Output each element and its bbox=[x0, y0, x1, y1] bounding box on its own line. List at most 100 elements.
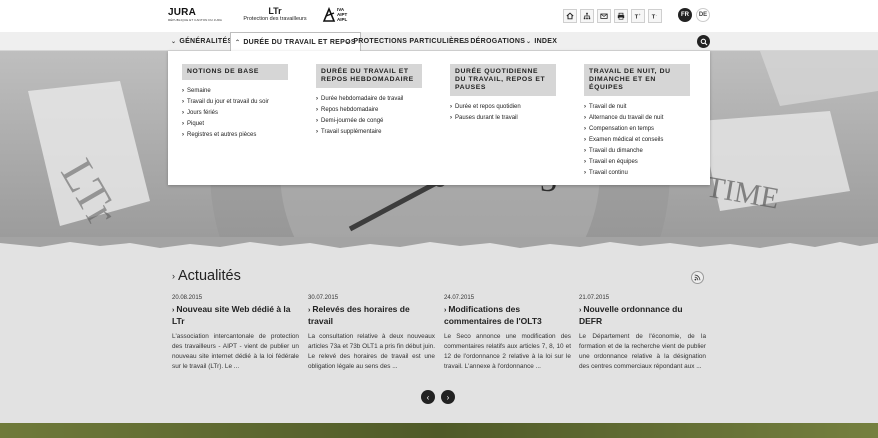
rss-icon bbox=[694, 274, 701, 281]
mega-link[interactable]: › Compensation en temps bbox=[584, 124, 690, 135]
news-heading[interactable]: › Actualités bbox=[172, 268, 241, 284]
mega-link[interactable]: › Piquet bbox=[182, 119, 288, 130]
mega-link-label: Travail en équipes bbox=[589, 159, 638, 165]
mega-link[interactable]: › Durée hebdomadaire de travail bbox=[316, 94, 422, 105]
jura-logo-subtitle: RÉPUBLIQUE ET CANTON DU JURA bbox=[168, 18, 223, 22]
language-fr-button[interactable]: FR bbox=[678, 8, 692, 22]
mega-link[interactable]: › Jours fériés bbox=[182, 108, 288, 119]
news-article[interactable]: 30.07.2015 › Relevés des horaires de trav… bbox=[308, 295, 435, 372]
chevron-right-icon: › bbox=[584, 126, 586, 132]
news-article[interactable]: 21.07.2015 › Nouvelle ordonnance du DEFR … bbox=[579, 295, 706, 372]
chevron-right-icon: › bbox=[316, 107, 318, 113]
article-title[interactable]: › Relevés des horaires de travail bbox=[308, 304, 435, 327]
nav-item-generalites[interactable]: ⌄ Généralités bbox=[171, 32, 232, 51]
news-article[interactable]: 24.07.2015 › Modifications des commentair… bbox=[444, 295, 571, 372]
mega-link-label: Examen médical et conseils bbox=[589, 137, 664, 143]
chevron-right-icon: › bbox=[446, 392, 450, 402]
mega-link-label: Travail du dimanche bbox=[589, 148, 643, 154]
top-header: JURA RÉPUBLIQUE ET CANTON DU JURA LTr Pr… bbox=[0, 0, 878, 32]
mega-link-label: Pauses durant le travail bbox=[455, 115, 518, 121]
chevron-down-icon: ⌄ bbox=[526, 39, 532, 45]
mega-menu-duree-travail: Notions de base › Semaine › Travail du jou… bbox=[168, 51, 710, 185]
chevron-right-icon: › bbox=[316, 96, 318, 102]
nav-item-label: Index bbox=[534, 38, 558, 45]
mega-link[interactable]: › Travail du jour et travail du soir bbox=[182, 97, 288, 108]
chevron-down-icon: ⌄ bbox=[171, 39, 177, 45]
mega-column-quotidienne: Durée quotidienne du travail, repos et p… bbox=[450, 64, 556, 124]
mega-link-label: Repos hebdomadaire bbox=[321, 107, 379, 113]
mega-link-label: Compensation en temps bbox=[589, 126, 655, 132]
mega-column-notions: Notions de base › Semaine › Travail du jou… bbox=[182, 64, 288, 141]
text-smaller-icon[interactable]: T- bbox=[648, 9, 662, 23]
mega-link[interactable]: › Travail en équipes bbox=[584, 157, 690, 168]
mega-column-heading: Durée quotidienne du travail, repos et p… bbox=[450, 64, 556, 96]
nav-item-index[interactable]: ⌄ Index bbox=[526, 32, 557, 51]
mail-icon[interactable] bbox=[597, 9, 611, 23]
chevron-right-icon: › bbox=[308, 307, 311, 314]
chevron-right-icon: › bbox=[172, 307, 175, 314]
mega-link-label: Alternance du travail de nuit bbox=[589, 115, 664, 121]
mega-column-links: › Travail de nuit › Alternance du travail … bbox=[584, 102, 690, 179]
mega-column-links: › Semaine › Travail du jour et travail du … bbox=[182, 86, 288, 141]
ltr-logo[interactable]: LTr Protection des travailleurs bbox=[237, 6, 313, 23]
mega-link[interactable]: › Travail de nuit bbox=[584, 102, 690, 113]
language-de-button[interactable]: DE bbox=[696, 8, 710, 22]
nav-item-duree-travail[interactable]: ⌃ Durée du travail et repos bbox=[230, 32, 361, 52]
chevron-right-icon: › bbox=[450, 104, 452, 110]
chevron-right-icon: › bbox=[584, 137, 586, 143]
chevron-right-icon: › bbox=[584, 159, 586, 165]
mega-link-label: Travail supplémentaire bbox=[321, 129, 382, 135]
chevron-right-icon: › bbox=[182, 88, 184, 94]
search-button[interactable] bbox=[697, 35, 710, 48]
article-date: 24.07.2015 bbox=[444, 295, 475, 301]
article-date: 30.07.2015 bbox=[308, 295, 339, 301]
mega-link-label: Semaine bbox=[187, 88, 211, 94]
chevron-left-icon: ‹ bbox=[426, 392, 430, 402]
print-icon[interactable] bbox=[614, 9, 628, 23]
chevron-right-icon: › bbox=[172, 271, 175, 281]
mega-link[interactable]: › Semaine bbox=[182, 86, 288, 97]
article-excerpt: L'association intercantonale de protecti… bbox=[172, 333, 299, 370]
mega-link[interactable]: › Alternance du travail de nuit bbox=[584, 113, 690, 124]
mega-link[interactable]: › Travail continu bbox=[584, 168, 690, 179]
news-next-button[interactable]: › bbox=[441, 390, 455, 404]
nav-item-derogations[interactable]: ⌄ Dérogations bbox=[462, 32, 525, 51]
mega-link[interactable]: › Demi-journée de congé bbox=[316, 116, 422, 127]
nav-item-protections[interactable]: ⌄ Protections particulières bbox=[345, 32, 469, 51]
news-prev-button[interactable]: ‹ bbox=[421, 390, 435, 404]
article-title-text: Modifications des commentaires de l'OLT3 bbox=[444, 304, 542, 326]
article-title-text: Relevés des horaires de travail bbox=[308, 304, 410, 326]
news-skyline-decoration bbox=[0, 237, 878, 248]
chevron-right-icon: › bbox=[182, 121, 184, 127]
svg-text:+: + bbox=[639, 13, 641, 17]
chevron-right-icon: › bbox=[584, 148, 586, 154]
text-larger-icon[interactable]: T + bbox=[631, 9, 645, 23]
article-title-text: Nouveau site Web dédié à la LTr bbox=[172, 304, 291, 326]
rss-button[interactable] bbox=[691, 271, 704, 284]
article-title[interactable]: › Modifications des commentaires de l'OLT… bbox=[444, 304, 571, 327]
chevron-down-icon: ⌄ bbox=[345, 39, 351, 45]
mega-link[interactable]: › Travail supplémentaire bbox=[316, 127, 422, 138]
svg-text:-: - bbox=[656, 13, 657, 17]
article-date: 20.08.2015 bbox=[172, 295, 203, 301]
mega-link-label: Jours fériés bbox=[187, 110, 219, 116]
mega-column-heading: Notions de base bbox=[182, 64, 288, 80]
mega-column-links: › Durée hebdomadaire de travail › Repos he… bbox=[316, 94, 422, 138]
mega-link[interactable]: › Examen médical et conseils bbox=[584, 135, 690, 146]
jura-logo[interactable]: JURA RÉPUBLIQUE ET CANTON DU JURA bbox=[168, 8, 226, 24]
ltr-logo-title: LTr bbox=[268, 6, 282, 16]
iva-logo[interactable]: IVA AIPT AIPL bbox=[322, 7, 352, 25]
mega-link[interactable]: › Registres et autres pièces bbox=[182, 130, 288, 141]
mega-column-nuit-dimanche: Travail de nuit, du dimanche et en équip… bbox=[584, 64, 690, 179]
mega-column-heading: Travail de nuit, du dimanche et en équip… bbox=[584, 64, 690, 96]
news-article[interactable]: 20.08.2015 › Nouveau site Web dédié à la … bbox=[172, 295, 299, 372]
article-title[interactable]: › Nouveau site Web dédié à la LTr bbox=[172, 304, 299, 327]
mega-link[interactable]: › Travail du dimanche bbox=[584, 146, 690, 157]
sitemap-icon[interactable] bbox=[580, 9, 594, 23]
home-icon[interactable] bbox=[563, 9, 577, 23]
mega-link[interactable]: › Durée et repos quotidien bbox=[450, 102, 556, 113]
mega-link[interactable]: › Repos hebdomadaire bbox=[316, 105, 422, 116]
chevron-right-icon: › bbox=[182, 99, 184, 105]
mega-link[interactable]: › Pauses durant le travail bbox=[450, 113, 556, 124]
article-title[interactable]: › Nouvelle ordonnance du DEFR bbox=[579, 304, 706, 327]
